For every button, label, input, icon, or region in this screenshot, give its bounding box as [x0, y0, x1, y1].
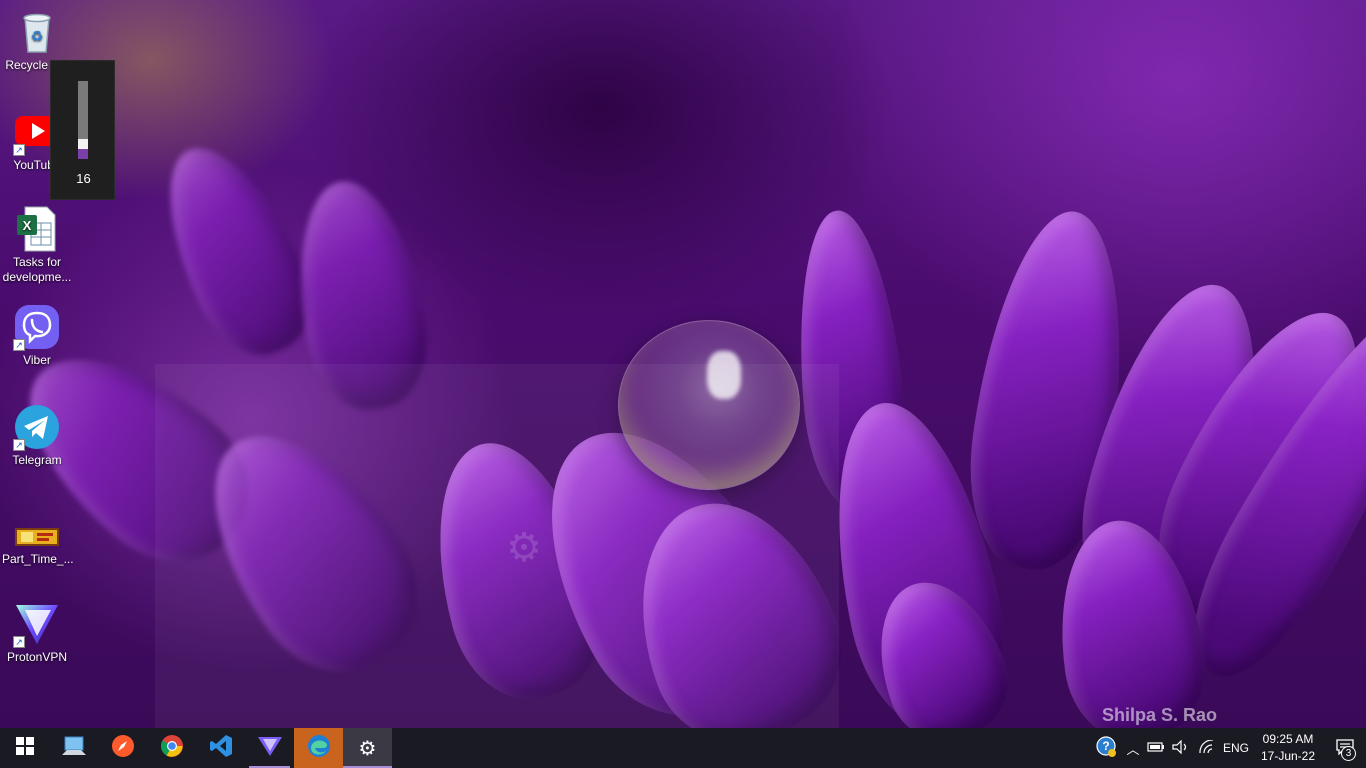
- wifi-icon: [1199, 738, 1215, 757]
- language-indicator: ENG: [1222, 741, 1249, 755]
- viber-icon: ↗: [13, 303, 61, 351]
- taskbar-settings[interactable]: ⚙: [343, 728, 392, 768]
- desktop-icon-telegram[interactable]: ↗ Telegram: [0, 403, 74, 468]
- battery-button[interactable]: [1144, 728, 1168, 768]
- taskbar-chrome[interactable]: [147, 728, 196, 768]
- desktop-icon-label: ProtonVPN: [6, 650, 68, 664]
- protonvpn-icon: ↗: [13, 600, 61, 648]
- taskbar-compass-browser[interactable]: [98, 728, 147, 768]
- clock-time: 09:25 AM: [1262, 732, 1314, 746]
- recycle-bin-icon: ♻: [13, 8, 61, 56]
- clock-date: 17-Jun-22: [1260, 749, 1316, 763]
- wallpaper-watermark: Shilpa S. Rao: [1102, 705, 1218, 725]
- vscode-icon: [209, 734, 233, 763]
- telegram-icon: ↗: [13, 403, 61, 451]
- this-pc-icon: [61, 735, 86, 762]
- desktop-icon-label: Telegram: [12, 453, 62, 467]
- edge-icon: [307, 734, 331, 763]
- battery-icon: [1147, 741, 1165, 756]
- windows-start-icon: [15, 736, 34, 760]
- fading-window-overlay: [155, 364, 839, 728]
- desktop-icon-protonvpn[interactable]: ↗ ProtonVPN: [0, 600, 74, 665]
- taskbar-this-pc[interactable]: [49, 728, 98, 768]
- desktop-icon-label: Viber: [23, 353, 51, 367]
- desktop-icon-label: Part_Time_...: [2, 552, 74, 566]
- help-warning-icon: ?: [1096, 735, 1118, 761]
- shortcut-arrow-icon: ↗: [13, 144, 25, 156]
- svg-text:♻: ♻: [31, 29, 44, 45]
- chrome-icon: [160, 734, 184, 763]
- excel-file-icon: X: [13, 205, 61, 253]
- volume-slider[interactable]: [78, 81, 88, 159]
- desktop-icon-label: Tasks for developme...: [2, 255, 72, 284]
- shortcut-arrow-icon: ↗: [13, 339, 25, 351]
- compass-browser-icon: [111, 734, 135, 763]
- shortcut-arrow-icon: ↗: [13, 439, 25, 451]
- protonvpn-icon: [257, 735, 283, 762]
- speaker-icon: [1172, 739, 1190, 757]
- chevron-up-icon: ︿: [1126, 741, 1140, 757]
- network-button[interactable]: [1194, 728, 1220, 768]
- show-hidden-icons-button[interactable]: ︿: [1122, 728, 1144, 768]
- image-file-icon: [13, 502, 61, 550]
- svg-text:?: ?: [1102, 739, 1109, 753]
- taskbar-vscode[interactable]: [196, 728, 245, 768]
- settings-gear-icon: ⚙: [358, 736, 377, 760]
- notification-count-badge: 3: [1341, 746, 1356, 761]
- volume-button[interactable]: [1168, 728, 1194, 768]
- start-button[interactable]: [0, 728, 49, 768]
- tray-help-icon-button[interactable]: ?: [1092, 728, 1122, 768]
- shortcut-arrow-icon: ↗: [13, 636, 25, 648]
- volume-flyout: 16: [50, 60, 115, 200]
- svg-text:X: X: [23, 218, 32, 233]
- desktop-icon-viber[interactable]: ↗ Viber: [0, 303, 74, 368]
- taskbar-edge[interactable]: [294, 728, 343, 768]
- desktop-icon-excel-file[interactable]: X Tasks for developme...: [0, 205, 74, 285]
- taskbar: ⚙ ? ︿ ENG 09:25 AM 17-Jun-22 3: [0, 728, 1366, 768]
- volume-slider-thumb[interactable]: [78, 139, 88, 149]
- volume-value: 16: [76, 171, 91, 186]
- desktop-wallpaper: ⚙ Shilpa S. Rao ♻ Recycle Bin ↗ YouTube: [0, 0, 1366, 728]
- taskbar-protonvpn[interactable]: [245, 728, 294, 768]
- desktop-icon-part-time-image[interactable]: Part_Time_...: [0, 502, 74, 567]
- input-language-button[interactable]: ENG: [1220, 728, 1252, 768]
- clock-button[interactable]: 09:25 AM 17-Jun-22: [1252, 728, 1324, 768]
- system-tray: ? ︿ ENG 09:25 AM 17-Jun-22 3: [1092, 728, 1366, 768]
- gear-icon: ⚙: [506, 525, 542, 571]
- action-center-button[interactable]: 3: [1324, 728, 1366, 768]
